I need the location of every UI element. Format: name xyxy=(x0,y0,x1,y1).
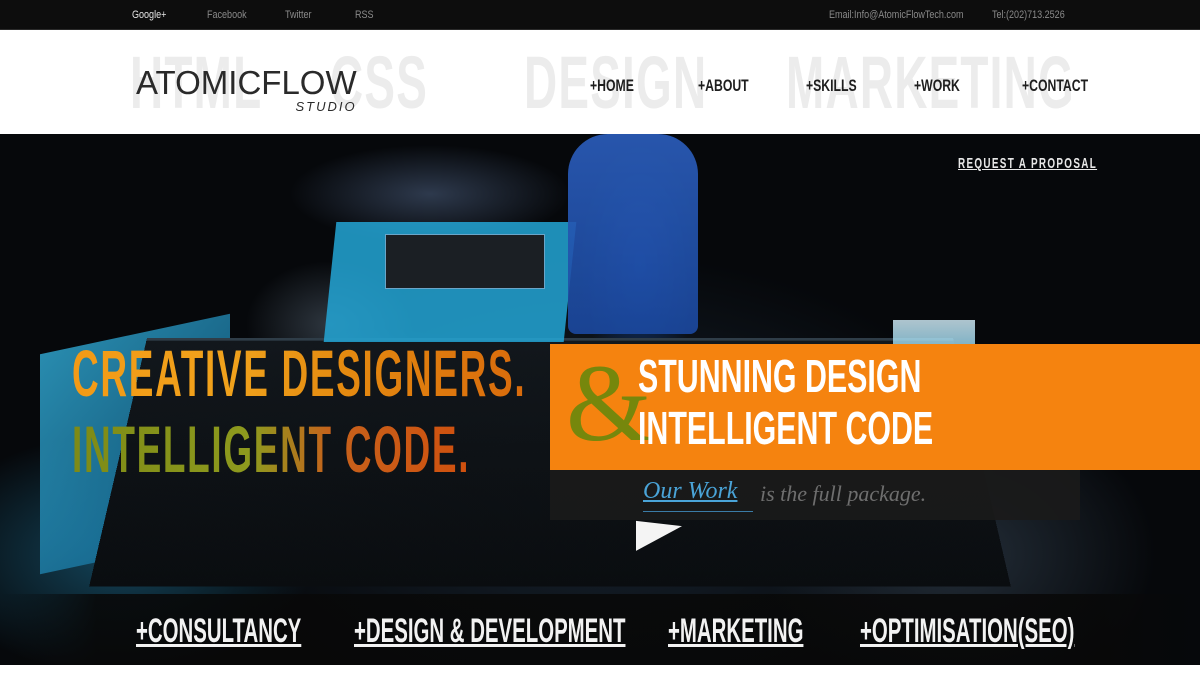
site-header: HTML CSS DESIGN MARKETING ATOMICFLOW STU… xyxy=(0,30,1200,134)
phone-contact[interactable]: Tel:(202)713.2526 xyxy=(992,9,1065,21)
service-design-development[interactable]: +DESIGN & DEVELOPMENT xyxy=(354,612,625,650)
hero-banner: REQUEST A PROPOSAL CREATIVE DESIGNERS. I… xyxy=(0,134,1200,665)
facebook-link[interactable]: Facebook xyxy=(207,9,247,21)
headline-intelligent-code: INTELLIGENT CODE. xyxy=(72,414,470,484)
service-optimisation-seo[interactable]: +OPTIMISATION(SEO) xyxy=(860,612,1074,650)
tagline-intelligent-code: INTELLIGENT CODE xyxy=(638,402,933,454)
service-marketing[interactable]: +MARKETING xyxy=(668,612,803,650)
top-bar: Google+ Facebook Twitter RSS Email:Info@… xyxy=(0,0,1200,30)
nav-work[interactable]: +WORK xyxy=(914,76,960,96)
our-work-underline xyxy=(643,511,753,512)
request-proposal-link[interactable]: REQUEST A PROPOSAL xyxy=(958,155,1097,172)
email-contact[interactable]: Email:Info@AtomicFlowTech.com xyxy=(829,9,963,21)
google-plus-link[interactable]: Google+ xyxy=(132,9,166,21)
tagline-stunning-design: STUNNING DESIGN xyxy=(638,350,921,402)
nav-about[interactable]: +ABOUT xyxy=(698,76,749,96)
service-consultancy[interactable]: +CONSULTANCY xyxy=(136,612,301,650)
services-bar: +CONSULTANCY +DESIGN & DEVELOPMENT +MARK… xyxy=(0,594,1200,665)
full-package-text: is the full package. xyxy=(760,481,926,507)
hero-photo-controller xyxy=(385,234,545,289)
logo-subtitle: STUDIO xyxy=(295,99,356,114)
twitter-link[interactable]: Twitter xyxy=(285,9,312,21)
rss-link[interactable]: RSS xyxy=(355,9,374,21)
nav-contact[interactable]: +CONTACT xyxy=(1022,76,1088,96)
hero-photo-dj xyxy=(568,134,698,334)
nav-home[interactable]: +HOME xyxy=(590,76,634,96)
headline-creative-designers: CREATIVE DESIGNERS. xyxy=(72,338,526,408)
nav-skills[interactable]: +SKILLS xyxy=(806,76,857,96)
page-bottom-strip xyxy=(0,665,1200,696)
site-logo[interactable]: ATOMICFLOW STUDIO xyxy=(136,66,357,99)
our-work-link[interactable]: Our Work xyxy=(643,478,737,505)
logo-wordmark: ATOMICFLOW xyxy=(136,66,357,99)
